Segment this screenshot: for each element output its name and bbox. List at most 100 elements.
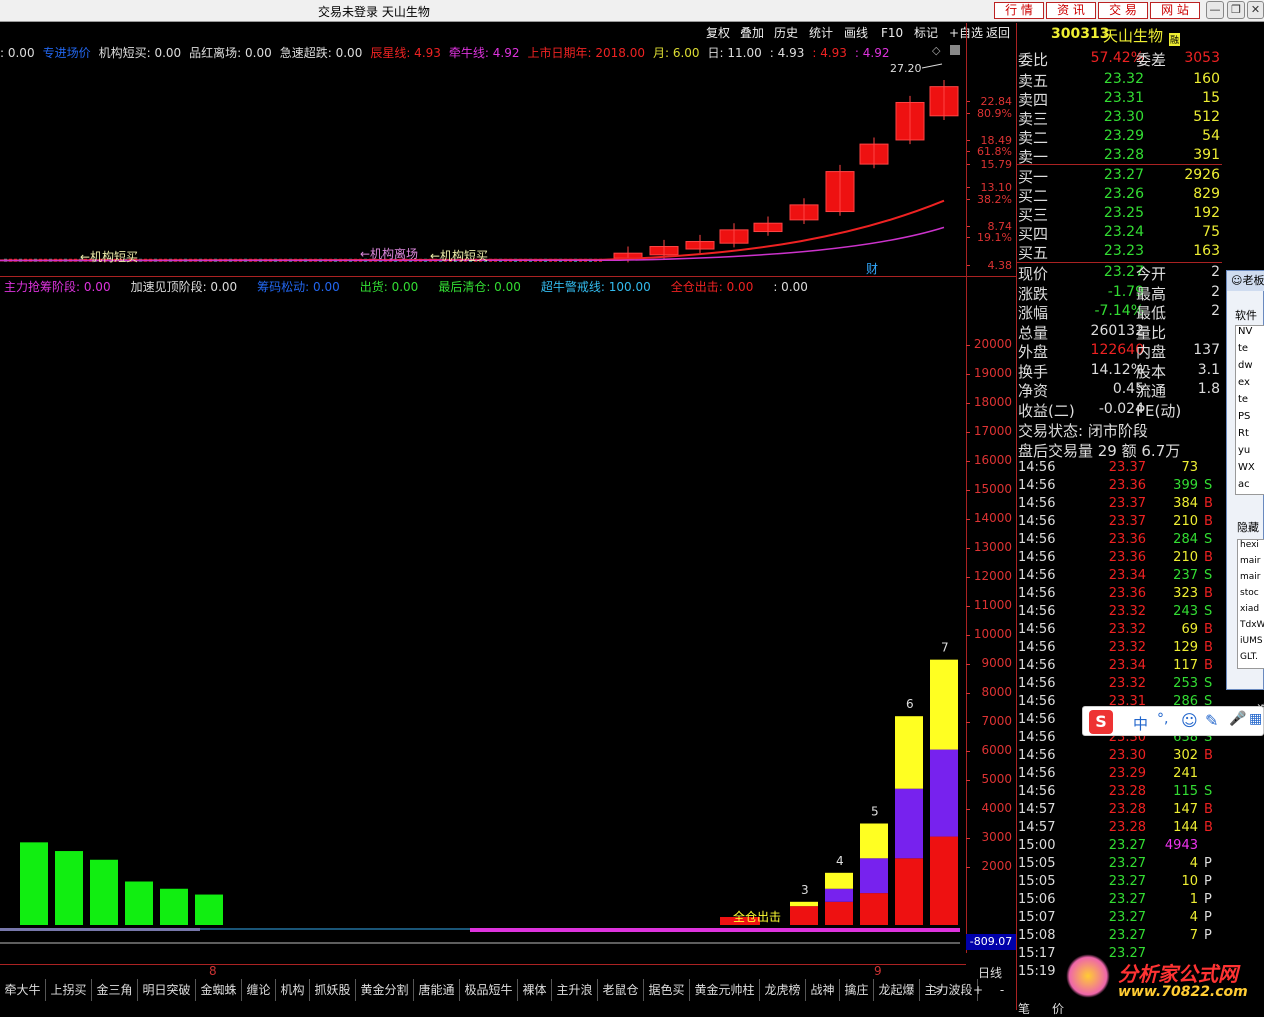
stack-bar-4-yellow — [930, 659, 958, 750]
tick-flag-3: B — [1204, 514, 1213, 529]
ime-punct-icon[interactable]: °, — [1157, 711, 1168, 727]
tick-volume-0: 73 — [1181, 460, 1198, 475]
popup-proc-4[interactable]: xiad — [1240, 604, 1259, 614]
volume-chart[interactable]: 3 4 5 6 7 全仓出击 — [0, 296, 966, 952]
nav-news[interactable]: 资 讯 — [1046, 2, 1096, 19]
toolbar-history[interactable]: 历史 — [774, 23, 798, 43]
nav-site[interactable]: 网 站 — [1150, 2, 1200, 19]
bottom-tab-6[interactable]: 机构 — [276, 979, 310, 1001]
bottom-tab-19[interactable]: 龙起爆 — [874, 979, 920, 1001]
tick-flag-11: B — [1204, 658, 1213, 673]
popup-file-6[interactable]: Rt — [1238, 428, 1249, 439]
restore-icon[interactable]: ❐ — [1227, 1, 1245, 19]
popup-proc-0[interactable]: hexi — [1240, 540, 1259, 550]
popup-file-list[interactable]: NV te dw ex te PS Rt yu WX ac — [1235, 325, 1264, 495]
bottom-tab-13[interactable]: 老鼠仓 — [598, 979, 644, 1001]
popup-proc-7[interactable]: GLT. — [1240, 652, 1258, 662]
bottom-tab-3[interactable]: 明日突破 — [138, 979, 196, 1001]
toolbar-draw[interactable]: 画线 — [844, 23, 868, 43]
x-label-9: 9 — [874, 964, 882, 978]
popup-file-4[interactable]: te — [1238, 394, 1248, 405]
tab-scroll-right-icon[interactable]: > — [928, 979, 948, 1001]
tick-time-5: 14:56 — [1018, 550, 1056, 565]
bid-4-price: 23.23 — [1103, 243, 1144, 259]
bottom-tab-14[interactable]: 据色买 — [644, 979, 690, 1001]
popup-file-0[interactable]: NV — [1238, 326, 1252, 337]
bottom-tab-8[interactable]: 黄金分割 — [356, 979, 414, 1001]
stack-bar-label-3: 6 — [906, 697, 914, 711]
price-chart[interactable]: 27.20 ←机构短买 ←机构离场 ←机构短买财 — [0, 60, 966, 278]
toolbar-fuquan[interactable]: 复权 — [706, 23, 730, 43]
toolbar-mark[interactable]: 标记 — [914, 23, 938, 43]
green-bar-1 — [55, 851, 83, 925]
sogou-logo-icon[interactable]: S — [1089, 710, 1113, 734]
bottom-tab-7[interactable]: 抓妖股 — [310, 979, 356, 1001]
bottom-tab-12[interactable]: 主升浪 — [552, 979, 598, 1001]
bottom-tab-1[interactable]: 上拐买 — [46, 979, 92, 1001]
ime-grid-icon[interactable]: ▦ — [1249, 711, 1262, 727]
stack-bar-3-red — [895, 858, 923, 925]
zoom-out-button[interactable]: - — [992, 979, 1012, 1001]
popup-file-7[interactable]: yu — [1238, 445, 1250, 456]
bottom-tab-9[interactable]: 唐能通 — [414, 979, 460, 1001]
tick-time-16: 14:56 — [1018, 748, 1056, 763]
close-icon[interactable]: ✕ — [1247, 1, 1264, 19]
bid-0-volume: 2926 — [1184, 167, 1220, 183]
toolbar-overlay[interactable]: 叠加 — [740, 23, 764, 43]
nav-trade[interactable]: 交 易 — [1098, 2, 1148, 19]
volume-tick-mark — [966, 867, 970, 868]
minimize-icon[interactable]: — — [1206, 1, 1224, 19]
popup-proc-6[interactable]: iUMS — [1240, 636, 1263, 646]
toolbar-stats[interactable]: 统计 — [809, 23, 833, 43]
bottom-tab-5[interactable]: 缠论 — [242, 979, 276, 1001]
popup-proc-3[interactable]: stoc — [1240, 588, 1259, 598]
bottom-tab-2[interactable]: 金三角 — [92, 979, 138, 1001]
volume-indicator-3: 出货: 0.00 — [359, 280, 419, 294]
tab-tick[interactable]: 笔 — [1018, 1000, 1030, 1017]
ime-emoji-icon[interactable]: ☺ — [1181, 711, 1198, 730]
ask-3-label: 卖二 — [1018, 129, 1049, 147]
ime-mic-icon[interactable]: 🎤 — [1229, 711, 1246, 727]
popup-proc-5[interactable]: TdxW — [1240, 620, 1264, 630]
nav-quote[interactable]: 行 情 — [994, 2, 1044, 19]
bottom-tab-17[interactable]: 战神 — [806, 979, 840, 1001]
volume-tick-8: 12000 — [973, 569, 1012, 583]
main-indicator-12: : 4.92 — [854, 46, 890, 60]
finance-marker-icon[interactable]: 财 — [866, 262, 878, 276]
stat-0-value: 23.27 — [1103, 264, 1144, 280]
volume-tick-12: 8000 — [981, 685, 1012, 699]
popup-proc-2[interactable]: mair — [1240, 572, 1260, 582]
stat-3-value: 260132 — [1090, 322, 1144, 339]
volume-tick-mark — [966, 780, 970, 781]
stat-0-label: 现价 — [1018, 265, 1049, 283]
tick-price-16: 23.30 — [1108, 748, 1146, 763]
popup-file-2[interactable]: dw — [1238, 360, 1253, 371]
ime-chinese-mode[interactable]: 中 — [1133, 713, 1148, 734]
popup-proc-1[interactable]: mair — [1240, 556, 1260, 566]
bottom-tab-10[interactable]: 极品短牛 — [460, 979, 518, 1001]
tab-price[interactable]: 价 — [1052, 1000, 1064, 1017]
volume-tick-mark — [966, 635, 970, 636]
bottom-tab-11[interactable]: 裸体 — [518, 979, 552, 1001]
popup-file-3[interactable]: ex — [1238, 377, 1250, 388]
main-indicator-8: 月: 6.00 — [652, 46, 700, 60]
popup-file-8[interactable]: WX — [1238, 462, 1255, 473]
main-indicator-legend: : 0.00 专进场价 机构短买: 0.00 品红离场: 0.00 急速超跌: 0.00… — [0, 44, 940, 60]
zoom-in-button[interactable]: + — [968, 979, 988, 1001]
bottom-tab-15[interactable]: 黄金元帅柱 — [690, 979, 760, 1001]
toolbar-back[interactable]: 返回 — [986, 23, 1010, 43]
popup-file-9[interactable]: ac — [1238, 479, 1250, 490]
popup-file-1[interactable]: te — [1238, 343, 1248, 354]
popup-file-5[interactable]: PS — [1238, 411, 1250, 422]
bottom-tab-16[interactable]: 龙虎榜 — [760, 979, 806, 1001]
ask-1-volume: 15 — [1202, 90, 1220, 106]
bottom-tab-18[interactable]: 擒庄 — [840, 979, 874, 1001]
popup-process-list[interactable]: hexi mair mair stoc xiad TdxW iUMS GLT. — [1237, 539, 1264, 669]
bottom-tab-4[interactable]: 金蜘蛛 — [196, 979, 242, 1001]
toolbar-f10[interactable]: F10 — [881, 23, 903, 43]
panel-toggle-icon[interactable] — [950, 45, 960, 55]
main-indicator-10: : 4.93 — [769, 46, 805, 60]
ime-pen-icon[interactable]: ✎ — [1205, 711, 1218, 730]
diamond-icon[interactable]: ◇ — [932, 44, 940, 57]
bottom-tab-0[interactable]: 牵大牛 — [0, 979, 46, 1001]
